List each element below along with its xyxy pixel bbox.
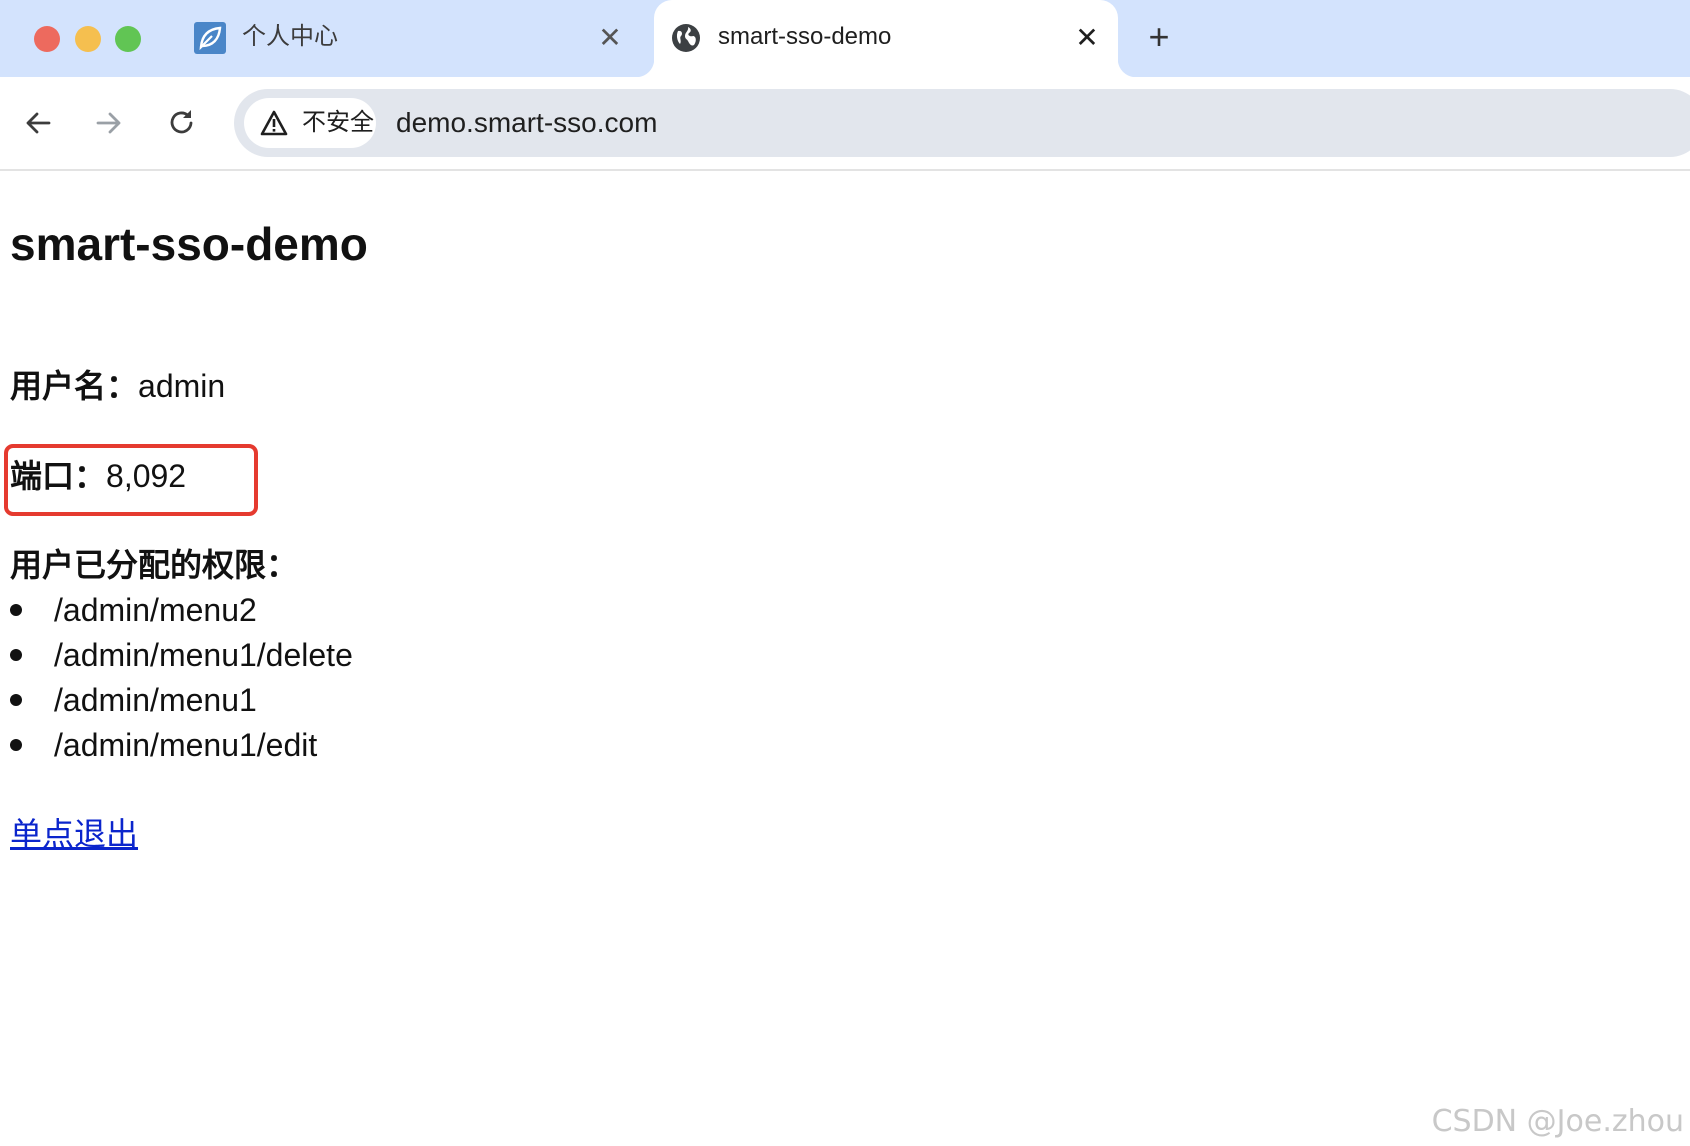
zoom-window-button[interactable] xyxy=(115,26,141,52)
security-label: 不安全 xyxy=(302,109,374,136)
username-value: admin xyxy=(138,368,226,404)
url-text[interactable]: demo.smart-sso.com xyxy=(396,106,657,140)
permission-path: /admin/menu1/edit xyxy=(54,727,318,763)
address-bar[interactable]: 不安全 demo.smart-sso.com xyxy=(234,89,1690,157)
username-label: 用户名： xyxy=(10,368,139,404)
new-tab-button[interactable]: + xyxy=(1140,19,1178,57)
forward-arrow-icon[interactable] xyxy=(91,105,127,141)
port-label: 端口： xyxy=(10,458,107,494)
list-item: /admin/menu1/edit xyxy=(0,723,353,768)
page-title: smart-sso-demo xyxy=(10,218,368,270)
permissions-list: /admin/menu2 /admin/menu1/delete /admin/… xyxy=(0,588,353,768)
browser-toolbar: 不安全 demo.smart-sso.com xyxy=(0,77,1690,171)
bullet-icon xyxy=(10,739,22,751)
page-content: smart-sso-demo 用户名：admin 端口：8,092 用户已分配的… xyxy=(0,169,1690,1146)
watermark: CSDN @Joe.zhou xyxy=(1431,1104,1684,1139)
close-icon[interactable]: ✕ xyxy=(1071,22,1103,54)
list-item: /admin/menu1 xyxy=(0,678,353,723)
permission-path: /admin/menu1 xyxy=(54,682,257,718)
port-row: 端口：8,092 xyxy=(10,454,186,498)
reload-icon[interactable] xyxy=(164,105,200,141)
bullet-icon xyxy=(10,694,22,706)
permissions-heading: 用户已分配的权限： xyxy=(10,547,299,583)
list-item: /admin/menu2 xyxy=(0,588,353,633)
tab-personal-center[interactable]: 个人中心 ✕ xyxy=(160,0,640,77)
bullet-icon xyxy=(10,604,22,616)
back-arrow-icon[interactable] xyxy=(20,105,56,141)
security-indicator[interactable]: 不安全 xyxy=(244,98,376,148)
list-item: /admin/menu1/delete xyxy=(0,633,353,678)
username-row: 用户名：admin xyxy=(10,364,225,408)
permission-path: /admin/menu1/delete xyxy=(54,637,353,673)
tab-strip: 个人中心 ✕ smart-sso-demo ✕ + xyxy=(0,0,1690,77)
tab-smart-sso-demo[interactable]: smart-sso-demo ✕ xyxy=(636,0,1136,77)
warning-icon xyxy=(260,110,288,136)
permission-path: /admin/menu2 xyxy=(54,592,257,628)
port-value: 8,092 xyxy=(106,458,187,494)
logout-link[interactable]: 单点退出 xyxy=(10,812,138,856)
close-window-button[interactable] xyxy=(34,26,60,52)
close-icon[interactable]: ✕ xyxy=(594,22,626,54)
globe-icon xyxy=(672,24,700,52)
tab-title: smart-sso-demo xyxy=(718,23,892,50)
minimize-window-button[interactable] xyxy=(75,26,101,52)
leaf-icon xyxy=(194,22,226,54)
tab-title: 个人中心 xyxy=(242,23,338,50)
bullet-icon xyxy=(10,649,22,661)
